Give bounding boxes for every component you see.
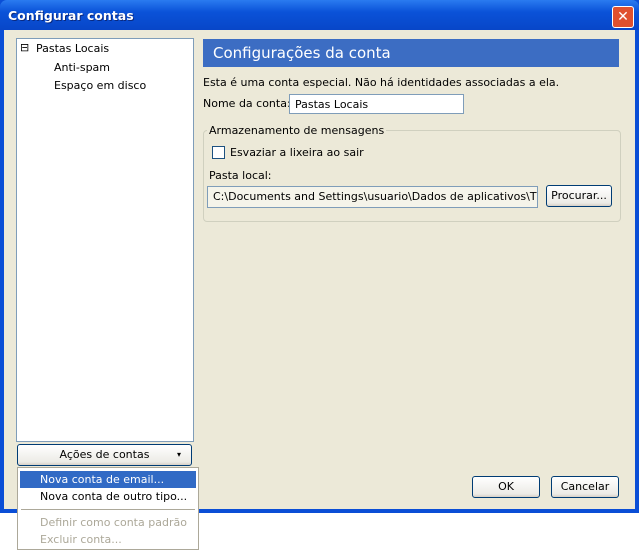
tree-item-pastas-locais[interactable]: Pastas Locais — [36, 42, 109, 55]
title-bar[interactable]: Configurar contas ✕ — [0, 0, 639, 30]
local-folder-input[interactable]: C:\Documents and Settings\usuario\Dados … — [207, 186, 538, 208]
info-text: Esta é uma conta especial. Não há identi… — [203, 76, 560, 89]
empty-trash-checkbox[interactable] — [212, 146, 225, 159]
menu-item-new-other-account[interactable]: Nova conta de outro tipo... — [20, 488, 196, 505]
collapse-icon[interactable]: ⊟ — [20, 41, 29, 54]
menu-item-new-email-account[interactable]: Nova conta de email... — [20, 471, 196, 488]
browse-button[interactable]: Procurar... — [546, 185, 612, 207]
menu-item-set-default: Definir como conta padrão — [40, 516, 187, 529]
account-actions-menu: Nova conta de email... Nova conta de out… — [17, 467, 199, 550]
account-tree[interactable]: ⊟ Pastas Locais Anti-spam Espaço em disc… — [16, 38, 194, 442]
tree-item-anti-spam[interactable]: Anti-spam — [54, 61, 110, 74]
window-title: Configurar contas — [8, 8, 134, 23]
local-folder-label: Pasta local: — [209, 169, 272, 182]
ok-button[interactable]: OK — [472, 476, 540, 498]
storage-legend: Armazenamento de mensagens — [207, 124, 387, 137]
menu-separator — [21, 509, 195, 510]
empty-trash-label[interactable]: Esvaziar a lixeira ao sair — [230, 146, 364, 159]
dropdown-arrow-icon: ▾ — [176, 450, 181, 459]
menu-item-delete-account: Excluir conta... — [40, 533, 122, 546]
tree-item-disk-space[interactable]: Espaço em disco — [54, 79, 146, 92]
account-actions-button[interactable]: Ações de contas ▾ — [17, 444, 192, 466]
account-name-label: Nome da conta: — [203, 97, 291, 110]
close-icon[interactable]: ✕ — [612, 6, 634, 28]
account-name-input[interactable]: Pastas Locais — [289, 94, 464, 114]
panel-header: Configurações da conta — [203, 39, 619, 67]
account-actions-label: Ações de contas — [59, 448, 150, 461]
cancel-button[interactable]: Cancelar — [551, 476, 619, 498]
